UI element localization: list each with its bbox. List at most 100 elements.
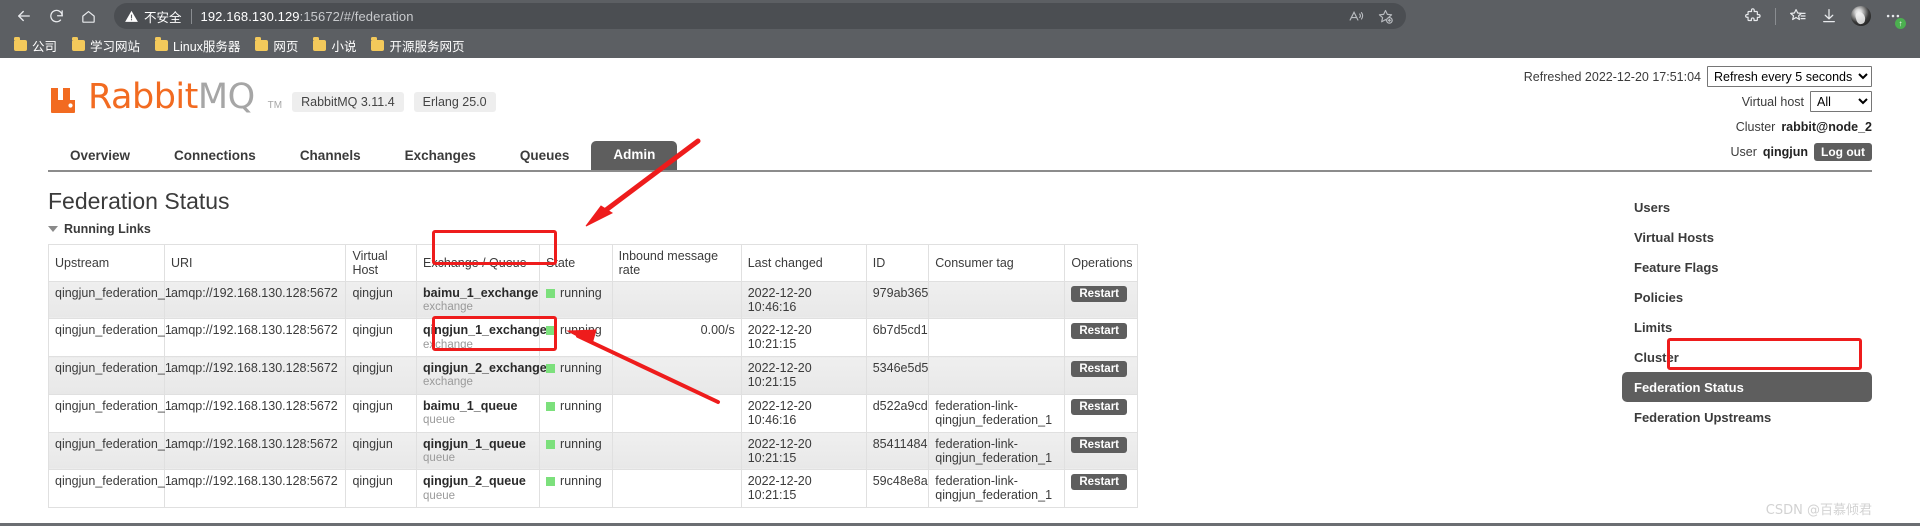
cell-virtual-host: qingjun — [345, 469, 418, 509]
section-title: Running Links — [64, 221, 151, 236]
reload-icon[interactable] — [42, 2, 70, 30]
profile-avatar[interactable] — [1851, 6, 1871, 26]
sidebar-item-feature-flags[interactable]: Feature Flags — [1622, 252, 1872, 282]
col-upstream[interactable]: Upstream — [48, 243, 165, 282]
update-badge-icon: ↑ — [1895, 18, 1906, 29]
col-exchange-queue[interactable]: Exchange / Queue — [416, 243, 541, 282]
cell-operations: Restart — [1064, 280, 1138, 320]
running-links-section-header[interactable]: Running Links — [48, 222, 1872, 236]
restart-button[interactable]: Restart — [1071, 361, 1128, 378]
cell-operations: Restart — [1064, 469, 1138, 509]
read-aloud-icon[interactable] — [1348, 8, 1365, 25]
state-indicator-icon — [546, 439, 556, 449]
cell-consumer-tag: federation-link-qingjun_federation_1 — [928, 431, 1066, 471]
target-type: exchange — [423, 376, 473, 389]
sidebar-item-cluster[interactable]: Cluster — [1622, 342, 1872, 372]
restart-button[interactable]: Restart — [1071, 398, 1128, 415]
sidebar-item-policies[interactable]: Policies — [1622, 282, 1872, 312]
restart-button[interactable]: Restart — [1071, 436, 1128, 453]
cell-virtual-host: qingjun — [345, 393, 418, 433]
sidebar-row: Virtual Hosts — [1622, 222, 1872, 252]
sidebar-row: Users — [1622, 192, 1872, 222]
refresh-interval-select[interactable]: Refresh every 5 seconds — [1707, 66, 1872, 87]
app-header: RabbitMQ TM RabbitMQ 3.11.4 Erlang 25.0 … — [0, 58, 1920, 161]
table-row: qingjun_federation_1 amqp://192.168.130.… — [48, 393, 1138, 433]
url-path: :15672/#/federation — [299, 8, 414, 24]
folder-icon — [72, 37, 86, 51]
tab-queues[interactable]: Queues — [498, 143, 592, 171]
sidebar-item-limits[interactable]: Limits — [1622, 312, 1872, 342]
tab-connections[interactable]: Connections — [152, 143, 278, 171]
admin-sidebar: Users Virtual Hosts Feature Flags Polici… — [1622, 192, 1872, 432]
bookmark-item[interactable]: 网页 — [249, 34, 304, 57]
target-type: queue — [423, 451, 456, 464]
bookmark-item[interactable]: Linux服务器 — [149, 34, 246, 57]
sidebar-item-users[interactable]: Users — [1622, 192, 1872, 222]
state-label: running — [560, 474, 602, 489]
bookmark-item[interactable]: 学习网站 — [66, 34, 146, 57]
cell-last-changed: 2022-12-20 10:46:16 — [740, 280, 867, 320]
state-label: running — [560, 361, 602, 376]
restart-button[interactable]: Restart — [1071, 323, 1128, 340]
sidebar-item-virtual-hosts[interactable]: Virtual Hosts — [1622, 222, 1872, 252]
cell-uri: amqp://192.168.130.128:5672 — [163, 318, 347, 358]
col-state[interactable]: State — [539, 243, 613, 282]
sidebar-row: Federation Status — [1622, 372, 1872, 402]
col-consumer-tag[interactable]: Consumer tag — [928, 243, 1066, 282]
chevron-down-icon[interactable] — [48, 225, 58, 232]
bookmark-label: 公司 — [32, 39, 58, 54]
cell-last-changed: 2022-12-20 10:21:15 — [740, 318, 867, 358]
cluster-value: rabbit@node_2 — [1781, 119, 1872, 134]
restart-button[interactable]: Restart — [1071, 285, 1128, 302]
cell-exchange-queue: qingjun_1_exchange exchange — [416, 318, 547, 358]
rabbitmq-logo[interactable]: RabbitMQ TM RabbitMQ 3.11.4 Erlang 25.0 — [48, 80, 496, 115]
col-last-changed[interactable]: Last changed — [740, 243, 867, 282]
cell-exchange-queue: baimu_1_queue queue — [416, 393, 541, 433]
tab-channels[interactable]: Channels — [278, 143, 383, 171]
cell-consumer-tag — [928, 318, 1066, 358]
cell-last-changed: 2022-12-20 10:21:15 — [740, 469, 867, 509]
cell-upstream: qingjun_federation_1 — [48, 393, 172, 433]
vhost-select[interactable]: All — [1810, 91, 1872, 112]
collections-icon[interactable] — [1789, 7, 1807, 25]
table-row: qingjun_federation_1 amqp://192.168.130.… — [48, 469, 1138, 509]
state-label: running — [560, 398, 602, 413]
sidebar-item-federation-status[interactable]: Federation Status — [1622, 372, 1872, 402]
bookmark-item[interactable]: 公司 — [8, 34, 63, 57]
sidebar-item-federation-upstreams[interactable]: Federation Upstreams — [1622, 402, 1872, 432]
cell-operations: Restart — [1064, 431, 1138, 471]
target-type: exchange — [423, 300, 473, 313]
cell-operations: Restart — [1064, 356, 1138, 395]
address-bar[interactable]: 不安全 192.168.130.129:15672/#/federation — [114, 3, 1406, 29]
omnibox-actions — [1348, 8, 1396, 25]
col-uri[interactable]: URI — [163, 243, 347, 282]
state-label: running — [560, 285, 602, 300]
bookmark-item[interactable]: 小说 — [307, 34, 362, 57]
home-icon[interactable] — [74, 2, 102, 30]
restart-button[interactable]: Restart — [1071, 474, 1128, 491]
cell-id: 6b7d5cd1 — [865, 318, 930, 358]
downloads-icon[interactable] — [1820, 7, 1838, 25]
col-id[interactable]: ID — [865, 243, 930, 282]
cell-virtual-host: qingjun — [345, 356, 418, 395]
tab-overview[interactable]: Overview — [48, 143, 152, 171]
tab-exchanges[interactable]: Exchanges — [383, 143, 498, 171]
state-indicator-icon — [546, 326, 556, 336]
cell-exchange-queue: baimu_1_exchange exchange — [416, 280, 541, 320]
bookmark-item[interactable]: 开源服务网页 — [365, 34, 470, 57]
settings-more-icon[interactable]: ↑ — [1884, 7, 1906, 29]
sidebar-row: Limits — [1622, 312, 1872, 342]
cell-exchange-queue: qingjun_1_queue queue — [416, 431, 541, 471]
cell-last-changed: 2022-12-20 10:46:16 — [740, 393, 867, 433]
cell-consumer-tag: federation-link-qingjun_federation_1 — [928, 393, 1066, 433]
col-inbound-message-rate[interactable]: Inbound message rate — [611, 243, 742, 282]
add-favorite-icon[interactable] — [1377, 8, 1394, 25]
table-header-row: Upstream URI Virtual Host Exchange / Que… — [48, 243, 1138, 282]
col-virtual-host[interactable]: Virtual Host — [345, 243, 418, 282]
folder-icon — [371, 37, 385, 51]
refresh-row: Refreshed 2022-12-20 17:51:04 Refresh ev… — [1524, 66, 1872, 87]
tab-admin[interactable]: Admin — [591, 140, 678, 170]
back-arrow-icon[interactable] — [10, 2, 38, 30]
bookmark-label: 小说 — [331, 39, 357, 54]
extensions-icon[interactable] — [1744, 7, 1762, 25]
